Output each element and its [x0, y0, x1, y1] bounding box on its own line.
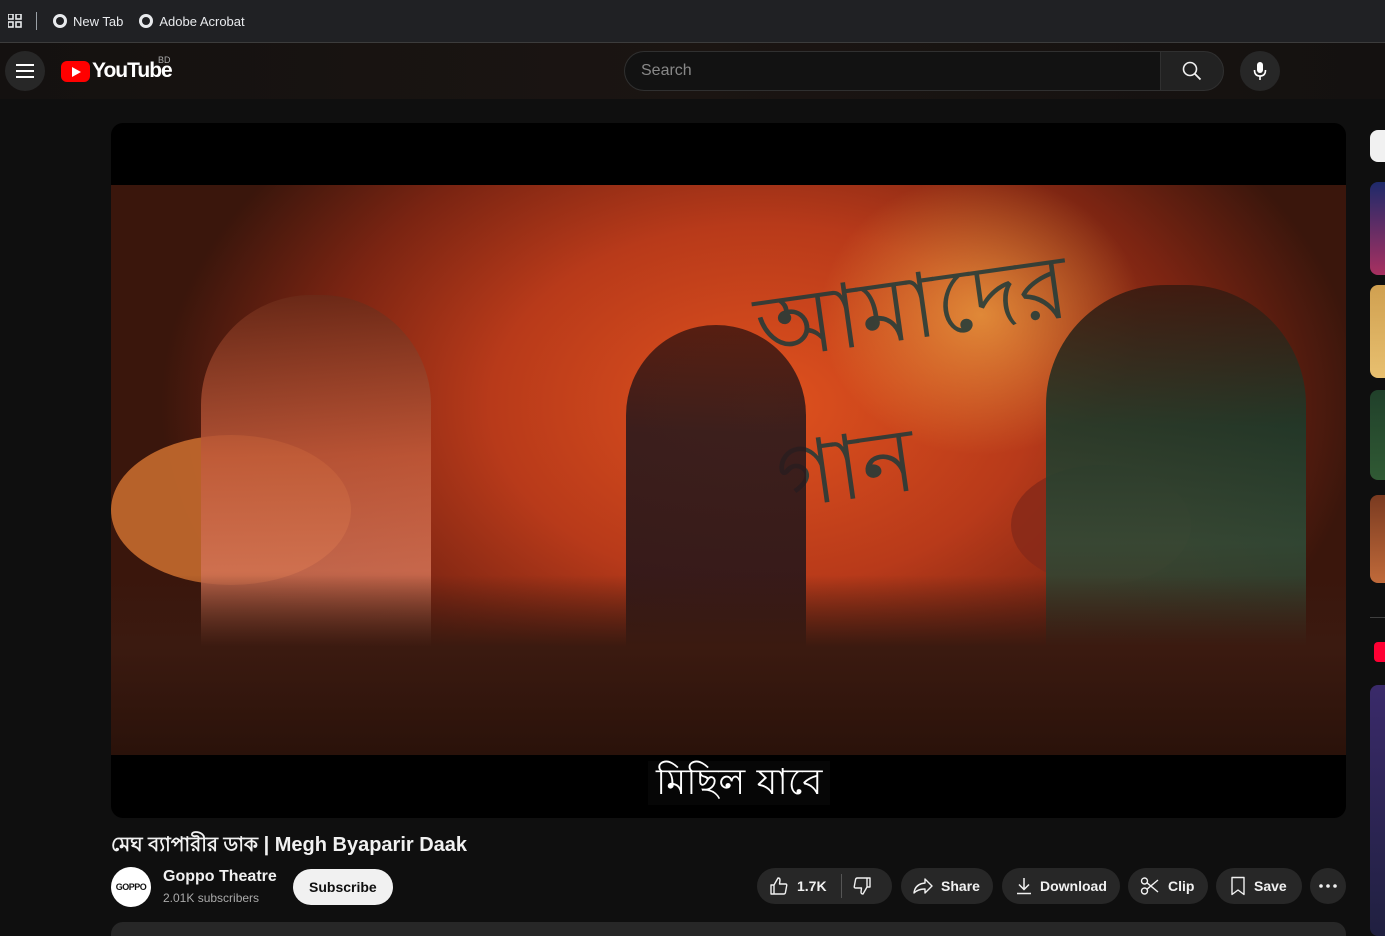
related-video-thumbnail[interactable]	[1370, 495, 1385, 583]
bookmark-icon	[1230, 876, 1246, 896]
video-frame: আমাদের গান	[111, 185, 1346, 755]
shorts-thumbnail[interactable]	[1370, 685, 1385, 936]
download-icon	[1016, 877, 1032, 895]
video-title: মেঘ ব্যাপারীর ডাক | Megh Byaparir Daak	[111, 834, 468, 856]
clip-label: Clip	[1168, 878, 1195, 894]
share-label: Share	[941, 878, 980, 894]
menu-line	[16, 70, 34, 72]
clip-button[interactable]: Clip	[1128, 868, 1208, 904]
like-divider	[840, 874, 842, 898]
share-button[interactable]: Share	[901, 868, 993, 904]
sidebar-divider	[1370, 617, 1385, 618]
like-button[interactable]	[769, 876, 789, 896]
globe-icon	[53, 14, 67, 28]
hamburger-menu-button[interactable]	[5, 51, 45, 91]
description-box[interactable]	[111, 922, 1346, 936]
search-input[interactable]	[624, 51, 1160, 91]
youtube-play-icon	[61, 60, 90, 82]
save-button[interactable]: Save	[1216, 868, 1302, 904]
search-button[interactable]	[1160, 51, 1224, 91]
thumbs-down-icon	[853, 877, 871, 895]
video-stage-floor	[111, 575, 1346, 755]
apps-grid-icon[interactable]	[0, 0, 30, 43]
search-bar	[624, 51, 1224, 91]
shorts-icon	[1374, 642, 1385, 662]
video-caption: মিছিল যাবে	[648, 761, 831, 805]
download-button[interactable]: Download	[1002, 868, 1120, 904]
related-video-thumbnail[interactable]	[1370, 285, 1385, 378]
bookmark-new-tab[interactable]: New Tab	[45, 7, 131, 35]
related-video-thumbnail[interactable]	[1370, 390, 1385, 480]
search-icon	[1182, 61, 1202, 81]
avatar-logo-text: GOPPO	[115, 882, 147, 892]
globe-icon	[139, 14, 154, 28]
bookmarks-bar: New Tab Adobe Acrobat	[0, 0, 1385, 43]
channel-avatar[interactable]: GOPPO	[111, 867, 151, 907]
bookmark-label: New Tab	[73, 13, 124, 29]
more-actions-button[interactable]	[1310, 868, 1346, 904]
like-dislike-group: 1.7K	[757, 868, 892, 904]
youtube-logo[interactable]: YouTube BD	[61, 55, 173, 83]
voice-search-button[interactable]	[1240, 51, 1280, 91]
thumbs-up-icon	[770, 877, 788, 895]
more-horizontal-icon	[1319, 884, 1337, 888]
channel-name[interactable]: Goppo Theatre	[163, 868, 277, 886]
related-video-thumbnail[interactable]	[1370, 182, 1385, 275]
download-label: Download	[1040, 878, 1107, 894]
microphone-icon	[1253, 62, 1267, 80]
menu-line	[16, 76, 34, 78]
bookmark-label: Adobe Acrobat	[159, 13, 245, 29]
share-icon	[913, 877, 933, 895]
sidebar-filter-chip[interactable]	[1370, 130, 1385, 162]
bookmark-adobe-acrobat[interactable]: Adobe Acrobat	[131, 7, 252, 35]
subscriber-count: 2.01K subscribers	[163, 891, 260, 905]
scissors-icon	[1140, 876, 1160, 896]
masthead: YouTube BD	[0, 43, 1385, 99]
video-player[interactable]: আমাদের গান মিছিল যাবে	[111, 123, 1346, 818]
dislike-button[interactable]	[852, 876, 872, 896]
bookmarks-separator	[36, 12, 37, 30]
like-count[interactable]: 1.7K	[797, 878, 827, 894]
subscribe-button[interactable]: Subscribe	[293, 869, 393, 905]
menu-line	[16, 64, 34, 66]
country-code: BD	[158, 55, 171, 65]
save-label: Save	[1254, 878, 1287, 894]
